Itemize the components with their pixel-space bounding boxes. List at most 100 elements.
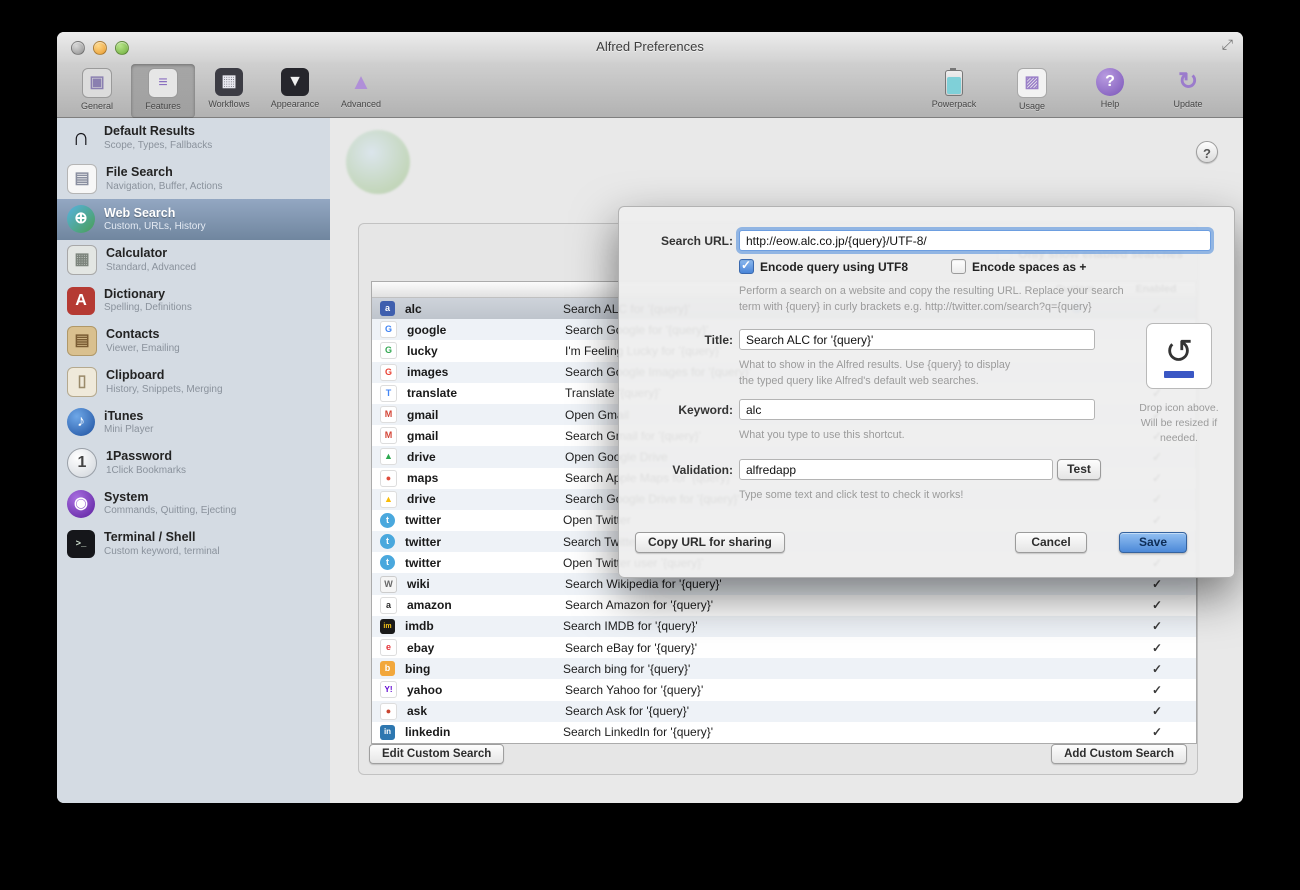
toolbar-tab-appearance[interactable]: ▼ Appearance [263, 64, 327, 118]
sidebar-item-terminal-shell[interactable]: >_ Terminal / Shell Custom keyword, termin… [57, 524, 330, 565]
web-search-globe-icon [346, 130, 410, 194]
sidebar-item-dictionary[interactable]: A Dictionary Spelling, Definitions [57, 280, 330, 321]
row-keyword: images [407, 365, 449, 380]
sidebar-item-calculator[interactable]: ▦ Calculator Standard, Advanced [57, 240, 330, 281]
table-row-ask[interactable]: ● ask Search Ask for '{query}' ✓ [372, 700, 1196, 722]
keyword-help: What you type to use this shortcut. [739, 429, 905, 441]
toolbar-tab-features[interactable]: ≡ Features [131, 64, 195, 118]
sidebar-item-itunes[interactable]: ♪ iTunes Mini Player [57, 402, 330, 443]
table-row-amazon[interactable]: a amazon Search Amazon for '{query}' ✓ [372, 595, 1196, 616]
table-row-ebay[interactable]: e ebay Search eBay for '{query}' ✓ [372, 637, 1196, 658]
row-keyword: wiki [407, 577, 430, 592]
calculator-icon: ▦ [67, 245, 97, 276]
toolbar-tools: Powerpack ▨ Usage ? Help ↻ Update [925, 62, 1243, 111]
sidebar-item-title: System [104, 489, 149, 504]
row-enabled-cell[interactable]: ✓ [1118, 598, 1196, 612]
table-row-bing[interactable]: b bing Search bing for '{query}' ✓ [372, 658, 1196, 680]
preferences-toolbar: ▣ General ≡ Features ▦ Workflows ▼ Appearance ▲ A… [57, 62, 1243, 118]
validation-input[interactable] [739, 459, 1053, 480]
row-enabled-cell[interactable]: ✓ [1118, 704, 1196, 718]
copy-url-button[interactable]: Copy URL for sharing [635, 532, 785, 553]
table-row-linkedin[interactable]: in linkedin Search LinkedIn for '{query}' ✓ [372, 722, 1196, 743]
system-icon: ◉ [67, 489, 95, 518]
twitter-open-search-icon: t [380, 512, 395, 528]
row-keyword: lucky [407, 343, 438, 358]
row-keyword: amazon [407, 598, 452, 613]
drive-open-search-icon: ▲ [380, 448, 397, 466]
alc-icon-label [1164, 370, 1194, 378]
row-keyword: twitter [405, 513, 441, 528]
web-search-pane: ? Only show enabled searches Custom Enab… [330, 118, 1243, 803]
sidebar-item-subtitle: Scope, Types, Fallbacks [104, 140, 213, 152]
sidebar-item-clipboard[interactable]: ▯ Clipboard History, Snippets, Merging [57, 362, 330, 403]
validation-help: Type some text and click test to check i… [739, 489, 964, 501]
toolbar-tab-advanced[interactable]: ▲ Advanced [329, 64, 393, 118]
enabled-checkmark: ✓ [1151, 725, 1163, 740]
row-enabled-cell[interactable]: ✓ [1118, 577, 1196, 591]
row-keyword: linkedin [405, 725, 451, 740]
test-button[interactable]: Test [1057, 459, 1101, 480]
row-enabled-cell[interactable]: ✓ [1118, 641, 1196, 655]
keyword-input[interactable] [739, 399, 1095, 420]
row-keyword: gmail [407, 407, 439, 422]
edit-custom-search-button[interactable]: Edit Custom Search [369, 744, 505, 764]
row-enabled-cell[interactable]: ✓ [1118, 662, 1196, 676]
toolbar-button-powerpack[interactable]: Powerpack [925, 66, 983, 111]
add-custom-search-button[interactable]: Add Custom Search [1051, 744, 1187, 764]
web-search-icon: ⊕ [67, 205, 95, 234]
title-input[interactable] [739, 329, 1095, 350]
search-icon-dropwell[interactable]: ↺ [1146, 323, 1212, 389]
row-keyword: ask [407, 704, 428, 719]
cancel-button[interactable]: Cancel [1015, 532, 1087, 553]
sidebar-item-system[interactable]: ◉ System Commands, Quitting, Ejecting [57, 483, 330, 524]
sidebar-item-subtitle: Viewer, Emailing [106, 343, 180, 355]
sidebar-item-1password[interactable]: 1 1Password 1Click Bookmarks [57, 443, 330, 484]
sidebar-item-contacts[interactable]: ▤ Contacts Viewer, Emailing [57, 321, 330, 362]
drop-icon-note: Drop icon above. Will be resized if need… [1139, 402, 1219, 445]
search-url-help: Perform a search on a website and copy t… [739, 285, 1124, 314]
enabled-checkmark: ✓ [1151, 619, 1163, 634]
encode-spaces-checkbox[interactable] [951, 259, 966, 274]
toolbar-tab-general[interactable]: ▣ General [65, 64, 129, 118]
row-keyword: maps [407, 471, 439, 486]
row-keyword: drive [407, 492, 436, 507]
custom-search-dialog: Search URL: Encode query using UTF8 Enco… [618, 206, 1235, 578]
twitter-user-search-icon: t [380, 555, 395, 571]
row-description: Search Yahoo for '{query}' [565, 682, 704, 697]
row-enabled-cell[interactable]: ✓ [1118, 619, 1196, 633]
minimize-button[interactable] [93, 41, 107, 55]
row-enabled-cell[interactable]: ✓ [1118, 725, 1196, 739]
row-description: Search LinkedIn for '{query}' [563, 725, 714, 740]
sidebar-item-file-search[interactable]: ▤ File Search Navigation, Buffer, Actions [57, 159, 330, 200]
ask-search-icon: ● [380, 702, 397, 720]
sidebar-item-web-search[interactable]: ⊕ Web Search Custom, URLs, History [57, 199, 330, 240]
features-sidebar: ∩ Default Results Scope, Types, Fallbacks ▤… [57, 118, 330, 803]
toolbar-tabs: ▣ General ≡ Features ▦ Workflows ▼ Appearance ▲ A… [57, 62, 393, 118]
window-body: ∩ Default Results Scope, Types, Fallbacks ▤… [57, 118, 1243, 803]
enabled-checkmark: ✓ [1151, 661, 1163, 676]
toolbar-button-update[interactable]: ↻ Update [1159, 66, 1217, 111]
toolbar-button-help[interactable]: ? Help [1081, 66, 1139, 111]
toolbar-tab-workflows[interactable]: ▦ Workflows [197, 64, 261, 118]
search-url-input[interactable] [739, 230, 1211, 251]
titlebar[interactable]: Alfred Preferences ⤢ [57, 32, 1243, 62]
sidebar-item-title: Clipboard [106, 368, 165, 383]
row-enabled-cell[interactable]: ✓ [1118, 683, 1196, 697]
pane-help-button[interactable]: ? [1196, 141, 1218, 163]
toolbar-tab-label: General [80, 101, 114, 111]
table-row-imdb[interactable]: im imdb Search IMDB for '{query}' ✓ [372, 615, 1196, 637]
save-button[interactable]: Save [1119, 532, 1187, 553]
sidebar-item-subtitle: Navigation, Buffer, Actions [106, 180, 223, 192]
sidebar-item-subtitle: Commands, Quitting, Ejecting [104, 505, 237, 517]
toolbar-button-usage[interactable]: ▨ Usage [1003, 66, 1061, 111]
encode-query-option[interactable]: Encode query using UTF8 [739, 258, 908, 274]
sidebar-item-default-results[interactable]: ∩ Default Results Scope, Types, Fallbacks [57, 118, 330, 159]
sidebar-item-subtitle: Custom, URLs, History [104, 221, 206, 233]
enabled-checkmark: ✓ [1151, 704, 1163, 719]
zoom-button[interactable] [115, 41, 129, 55]
close-button[interactable] [71, 41, 85, 55]
resize-icon[interactable]: ⤢ [1222, 36, 1233, 53]
table-row-yahoo[interactable]: Y! yahoo Search Yahoo for '{query}' ✓ [372, 679, 1196, 700]
encode-spaces-option[interactable]: Encode spaces as + [951, 259, 1086, 274]
encode-query-checkbox[interactable] [739, 258, 754, 274]
